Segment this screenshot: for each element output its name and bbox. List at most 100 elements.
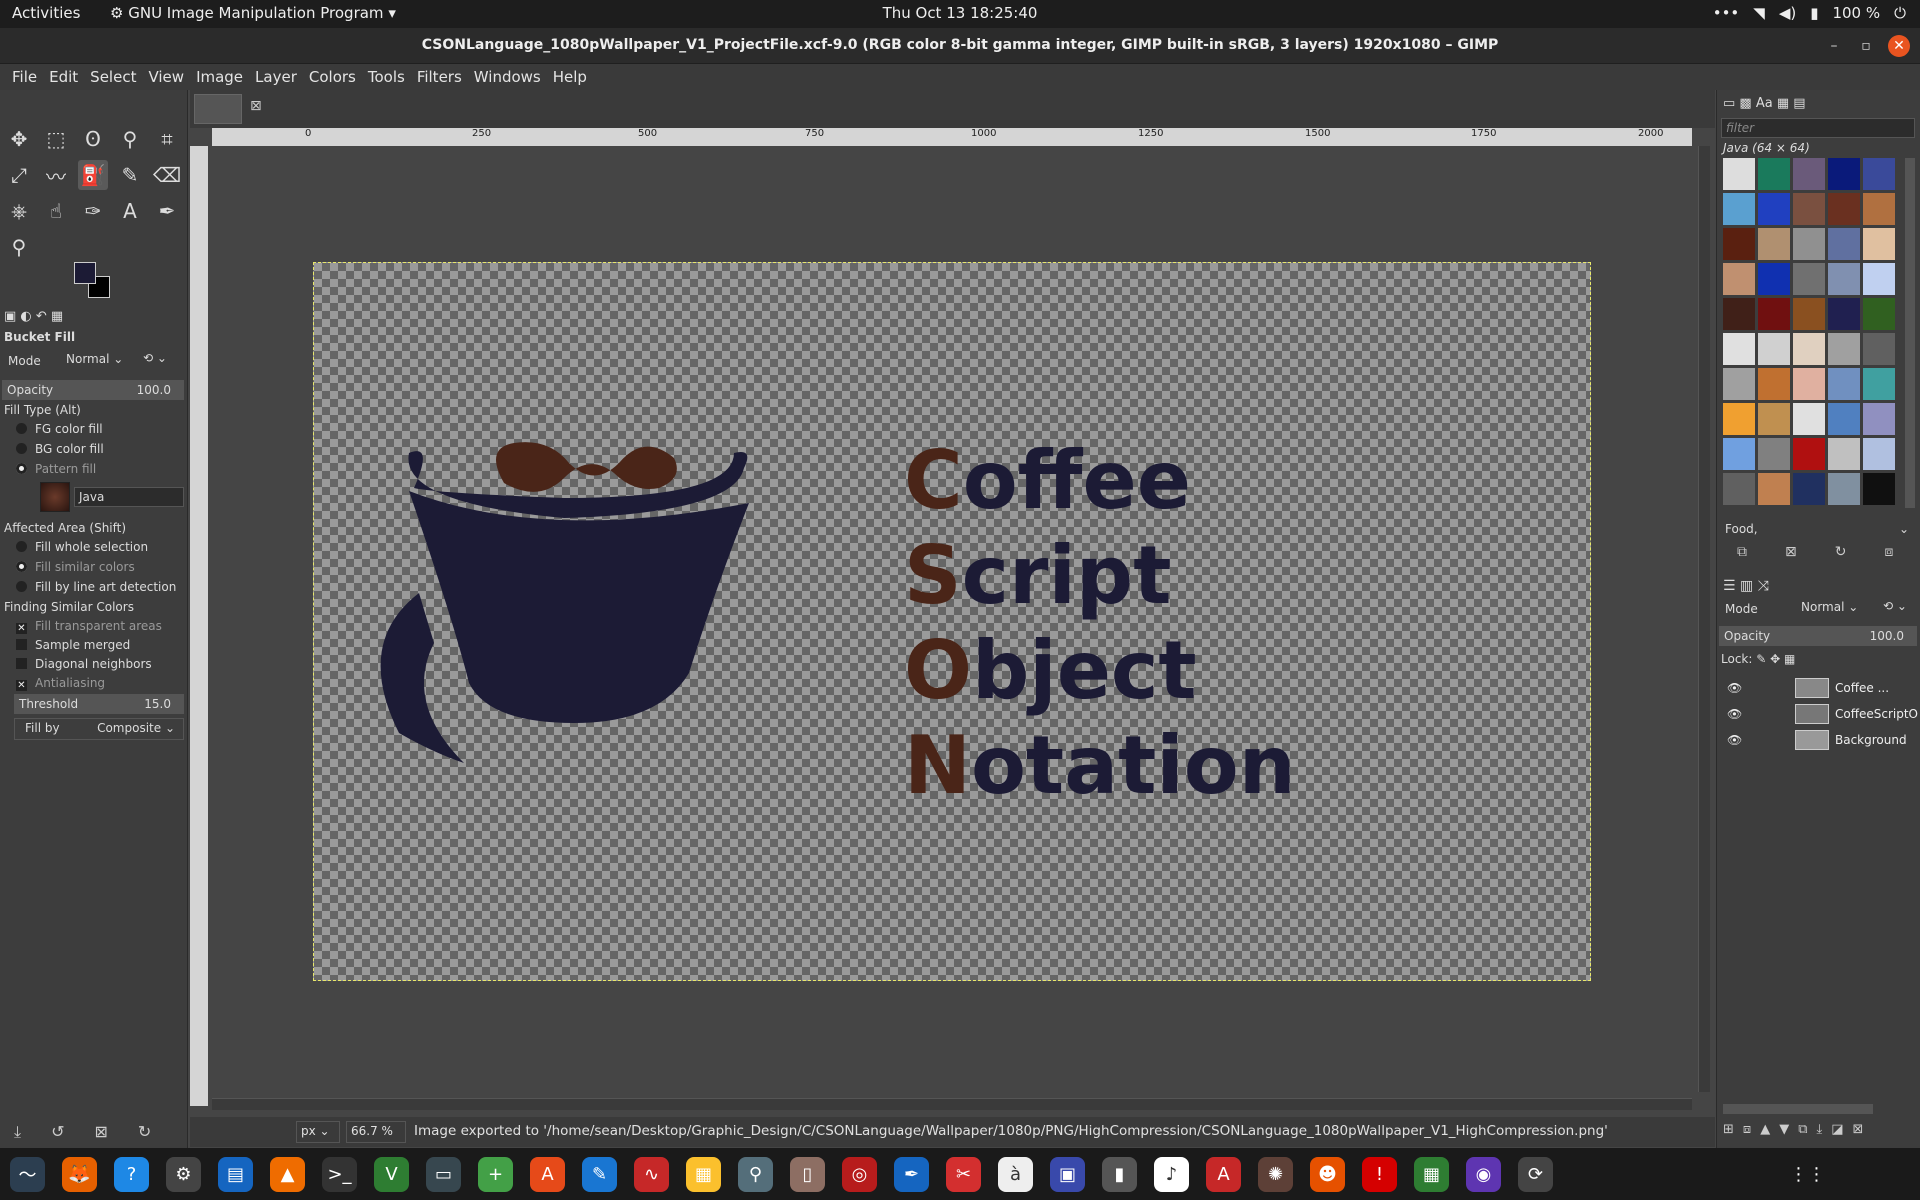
unit-select[interactable]: px ⌄	[296, 1121, 340, 1143]
pattern-name-field[interactable]: Java	[74, 487, 184, 507]
pattern-swatch[interactable]	[1793, 298, 1825, 330]
pattern-swatch[interactable]	[1758, 228, 1790, 260]
pattern-swatch[interactable]	[1828, 473, 1860, 505]
mode-reset-icon[interactable]: ⟲ ⌄	[143, 351, 167, 365]
camera-icon[interactable]: ◉	[1466, 1156, 1501, 1192]
pattern-swatch[interactable]	[1863, 333, 1895, 365]
delete-pattern-icon[interactable]: ⊠	[1785, 544, 1797, 560]
pattern-swatch[interactable]	[1758, 158, 1790, 190]
image-tab[interactable]	[194, 94, 242, 124]
pattern-swatch[interactable]	[1863, 298, 1895, 330]
check-sample-merged[interactable]: Sample merged	[0, 638, 162, 657]
settings-icon[interactable]: ⚙	[166, 1156, 201, 1192]
alert-icon[interactable]: !	[1362, 1156, 1397, 1192]
zoom-select[interactable]: 66.7 % ⌄	[346, 1121, 406, 1156]
image-tab-close-icon[interactable]: ⊠	[250, 98, 262, 114]
pattern-swatch[interactable]	[1758, 473, 1790, 505]
eye-icon[interactable]: 👁	[1727, 701, 1742, 727]
pattern-swatch[interactable]	[1793, 438, 1825, 470]
files-icon[interactable]: ▯	[790, 1156, 825, 1192]
radio-fg-fill[interactable]: FG color fill	[0, 422, 104, 442]
pattern-swatch[interactable]	[1793, 228, 1825, 260]
gimp-icon[interactable]: ✺	[1258, 1156, 1293, 1192]
lasso-tool-icon[interactable]: ʘ	[78, 124, 108, 154]
warp-tool-icon[interactable]: 〰	[41, 160, 71, 190]
save-options-icon[interactable]: ⤓	[14, 1122, 21, 1142]
archive-icon[interactable]: ▮	[1102, 1156, 1137, 1192]
layers-opacity-field[interactable]: Opacity 100.0	[1719, 626, 1917, 646]
pattern-swatch[interactable]	[1828, 158, 1860, 190]
pattern-swatch[interactable]	[1828, 298, 1860, 330]
lock-pixels-icon[interactable]: ✎	[1756, 652, 1766, 666]
pattern-swatch[interactable]	[1723, 473, 1755, 505]
layers-mode-select[interactable]: Normal ⌄	[1797, 598, 1867, 618]
smudge-tool-icon[interactable]: ☝	[41, 196, 71, 226]
pattern-swatch[interactable]	[1723, 403, 1755, 435]
music-icon[interactable]: ♪	[1154, 1156, 1189, 1192]
text-tool-icon[interactable]: A	[115, 196, 145, 226]
layers-scrollbar[interactable]	[1723, 1104, 1873, 1114]
disk-usage-icon[interactable]: ◎	[842, 1156, 877, 1192]
pattern-swatch[interactable]	[1758, 368, 1790, 400]
pattern-swatch[interactable]	[1723, 438, 1755, 470]
pattern-swatch[interactable]	[1863, 368, 1895, 400]
pattern-swatch[interactable]	[1793, 263, 1825, 295]
paintbrush-tool-icon[interactable]: ✎	[115, 160, 145, 190]
pattern-swatch[interactable]	[1828, 368, 1860, 400]
layer-row[interactable]: 👁 Coffee ...	[1717, 675, 1920, 701]
pattern-tag-field[interactable]: Food, ⌄	[1721, 520, 1915, 540]
pattern-swatch[interactable]	[1758, 333, 1790, 365]
layers-mode-reset-icon[interactable]: ⟲ ⌄	[1883, 599, 1907, 613]
menu-help[interactable]: Help	[547, 64, 593, 90]
mode-select[interactable]: Normal ⌄	[62, 350, 132, 370]
close-button[interactable]: ✕	[1888, 35, 1910, 57]
calc-icon[interactable]: +	[478, 1156, 513, 1192]
check-fill-transparent[interactable]: ✕ Fill transparent areas	[0, 619, 162, 638]
clone-tool-icon[interactable]: ⎈	[4, 196, 34, 226]
new-group-icon[interactable]: ⧈	[1743, 1122, 1751, 1137]
merge-layer-icon[interactable]: ⤓	[1816, 1122, 1822, 1137]
pattern-swatch[interactable]	[1828, 438, 1860, 470]
menu-file[interactable]: File	[6, 64, 43, 90]
power-icon[interactable]: ⏻	[1894, 4, 1906, 22]
pattern-swatch[interactable]	[1758, 263, 1790, 295]
firefox-icon[interactable]: 🦊	[62, 1156, 97, 1192]
screenshot-icon[interactable]: ▭	[426, 1156, 461, 1192]
zoom-tool-icon[interactable]: ⚲	[4, 232, 34, 262]
menu-edit[interactable]: Edit	[43, 64, 84, 90]
pattern-swatch[interactable]	[1828, 403, 1860, 435]
menu-image[interactable]: Image	[190, 64, 249, 90]
duplicate-layer-icon[interactable]: ⧉	[1798, 1122, 1807, 1137]
maximize-button[interactable]: ▫	[1855, 35, 1877, 57]
color-picker-tool-icon[interactable]: ✒	[152, 196, 182, 226]
radio-fill-lineart[interactable]: Fill by line art detection	[0, 580, 176, 600]
pattern-scrollbar[interactable]	[1905, 158, 1915, 508]
threshold-field[interactable]: Threshold 15.0	[14, 694, 184, 714]
pattern-swatch[interactable]	[1758, 193, 1790, 225]
pattern-swatch[interactable]	[1793, 473, 1825, 505]
new-layer-icon[interactable]: ⊞	[1723, 1122, 1734, 1137]
mask-layer-icon[interactable]: ◪	[1831, 1122, 1843, 1137]
reset-options-icon[interactable]: ↻	[138, 1122, 151, 1142]
menu-filters[interactable]: Filters	[411, 64, 468, 90]
pattern-swatch[interactable]	[1863, 193, 1895, 225]
activities-button[interactable]: Activities	[12, 4, 80, 22]
fg-color-swatch[interactable]	[74, 262, 96, 284]
pattern-swatch[interactable]	[1758, 438, 1790, 470]
pattern-swatch[interactable]	[1723, 158, 1755, 190]
duplicate-pattern-icon[interactable]: ⧉	[1737, 544, 1747, 560]
pattern-swatch[interactable]	[1793, 193, 1825, 225]
fuzzy-select-tool-icon[interactable]: ⚲	[115, 124, 145, 154]
bucket-fill-tool-icon[interactable]: ⛽	[78, 160, 108, 190]
check-antialiasing[interactable]: ✕ Antialiasing	[0, 676, 162, 695]
transform-tool-icon[interactable]: ⤢	[4, 160, 34, 190]
pattern-swatch[interactable]	[1863, 438, 1895, 470]
eye-icon[interactable]: 👁	[1727, 675, 1742, 701]
writer-icon[interactable]: ▤	[218, 1156, 253, 1192]
restore-options-icon[interactable]: ↺	[51, 1122, 64, 1142]
character-map-icon[interactable]: à	[998, 1156, 1033, 1192]
minimize-button[interactable]: –	[1823, 35, 1845, 57]
layer-row[interactable]: 👁 CoffeeScriptO	[1717, 701, 1920, 727]
vim-icon[interactable]: V	[374, 1156, 409, 1192]
image-viewer-icon[interactable]: ⚲	[738, 1156, 773, 1192]
